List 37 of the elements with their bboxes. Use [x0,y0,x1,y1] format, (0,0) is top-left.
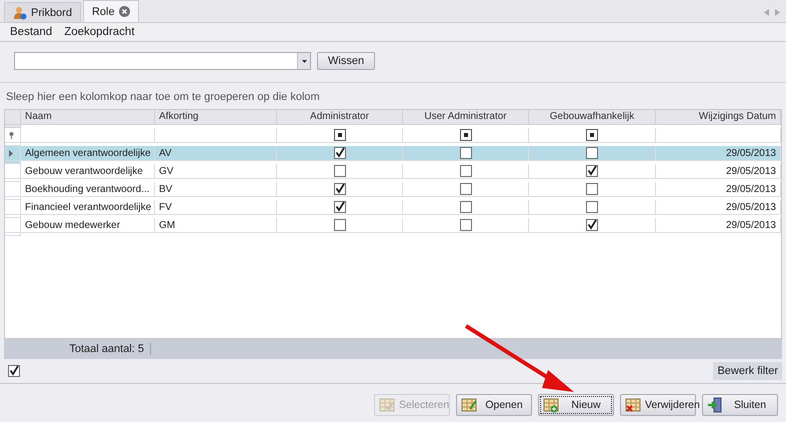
action-button[interactable]: Sluiten [702,394,778,416]
column-header[interactable]: Afkorting [155,110,277,124]
table-cell: 29/05/2013 [726,220,776,230]
menu-item[interactable]: Zoekopdracht [64,26,135,38]
table-cell: Gebouw verantwoordelijke [25,166,143,176]
column-header[interactable]: User Administrator [403,110,529,124]
edit-filter-button[interactable]: Bewerk filter [713,362,782,380]
table-row[interactable]: Boekhouding verantwoord... BV 29/05/2013 [5,182,781,200]
table-cell: 29/05/2013 [726,166,776,176]
table-cell: Gebouw medewerker [25,220,120,230]
total-count: Totaal aantal: 5 [4,343,151,355]
table-cell: GV [159,166,174,176]
column-header[interactable]: Wijzigings Datum [656,110,781,124]
table-cell: Financieel verantwoordelijke [25,202,152,212]
table-cell: AV [159,148,172,158]
table-row[interactable]: Gebouw verantwoordelijke GV 29/05/2013 [5,164,781,182]
table-row[interactable]: Financieel verantwoordelijke FV 29/05/2013 [5,200,781,218]
tab[interactable]: Role [82,0,139,22]
action-button[interactable]: Openen [456,394,532,416]
table-cell: Algemeen verantwoordelijke [25,148,151,158]
table-row[interactable]: Algemeen verantwoordelijke AV 29/05/2013 [5,146,781,164]
column-header[interactable]: Naam [21,110,155,124]
table-cell: FV [159,202,172,212]
table-cell: 29/05/2013 [726,148,776,158]
table-row[interactable]: Gebouw medewerker GM 29/05/2013 [5,218,781,236]
column-header[interactable]: Administrator [277,110,403,124]
clear-button[interactable]: Wissen [317,52,376,70]
table-cell: 29/05/2013 [726,184,776,194]
table-cell: 29/05/2013 [726,202,776,212]
action-button[interactable]: Nieuw [538,394,614,416]
menu-item[interactable]: Bestand [10,26,52,38]
column-header[interactable]: Gebouwafhankelijk [529,110,656,124]
table-cell: Boekhouding verantwoord... [25,184,150,194]
group-panel-hint: Sleep hier een kolomkop naar toe om te groeperen op die kolom [5,90,321,105]
tab[interactable]: Prikbord [4,2,81,22]
table-cell: BV [159,184,172,194]
table-cell: GM [159,220,176,230]
